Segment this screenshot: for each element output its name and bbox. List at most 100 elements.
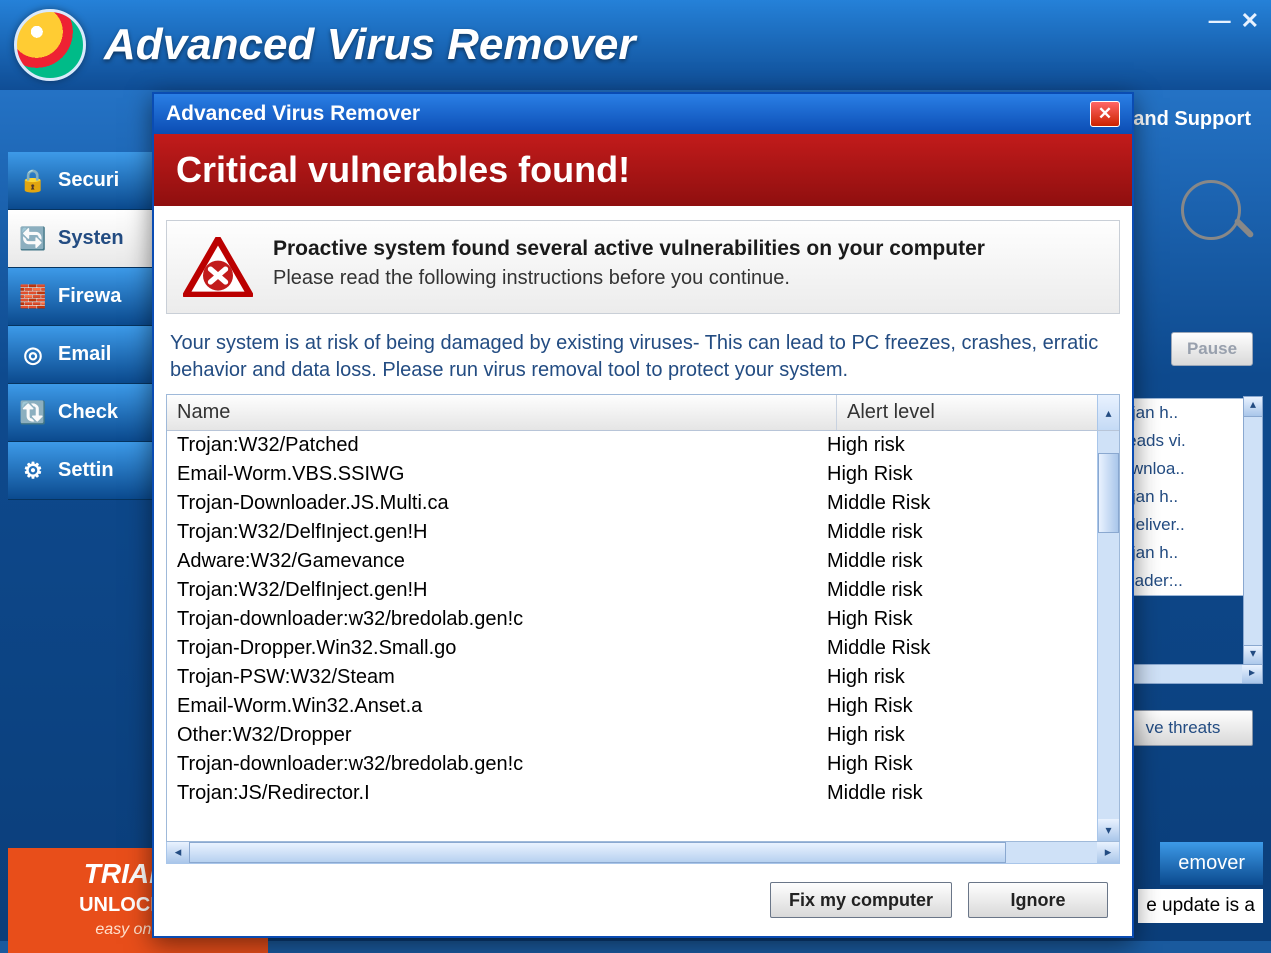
scroll-down-icon[interactable]: ▾: [1098, 819, 1119, 841]
threat-alert-level: Middle risk: [827, 521, 1087, 544]
threat-row[interactable]: Trojan:JS/Redirector.IMiddle risk: [167, 779, 1097, 808]
refresh-icon: 🔄: [18, 224, 48, 254]
threat-alert-level: High Risk: [827, 608, 1087, 631]
pause-button[interactable]: Pause: [1171, 332, 1253, 366]
column-name[interactable]: Name: [167, 395, 837, 430]
threat-name: Other:W32/Dropper: [177, 724, 827, 747]
threat-vscrollbar[interactable]: ▾: [1097, 431, 1119, 841]
dialog-risk-description: Your system is at risk of being damaged …: [154, 324, 1132, 394]
threat-row[interactable]: Trojan:W32/PatchedHigh risk: [167, 431, 1097, 460]
dialog-info-sub: Please read the following instructions b…: [273, 267, 985, 290]
scroll-up-icon[interactable]: ▴: [1244, 397, 1262, 417]
alert-dialog: Advanced Virus Remover ✕ Critical vulner…: [152, 92, 1134, 938]
threat-row[interactable]: Email-Worm.VBS.SSIWGHigh Risk: [167, 460, 1097, 489]
threat-alert-level: Middle risk: [827, 782, 1087, 805]
threat-hscrollbar[interactable]: ◂ ▸: [166, 842, 1120, 864]
sidebar-item-2[interactable]: 🧱 Firewa: [8, 268, 158, 326]
threat-name: Trojan:W32/DelfInject.gen!H: [177, 579, 827, 602]
threat-name: Trojan:W32/DelfInject.gen!H: [177, 521, 827, 544]
threat-table: Name Alert level ▴ Trojan:W32/PatchedHig…: [166, 394, 1120, 842]
sidebar-item-label: Systen: [58, 227, 124, 250]
threat-alert-level: Middle risk: [827, 579, 1087, 602]
sidebar-item-label: Email: [58, 343, 111, 366]
scroll-right-icon[interactable]: ▸: [1097, 842, 1119, 863]
sidebar-item-4[interactable]: 🔃 Check: [8, 384, 158, 442]
sidebar-item-1[interactable]: 🔄 Systen: [8, 210, 158, 268]
update-status-text: e update is a: [1138, 889, 1263, 923]
support-link[interactable]: and Support: [1133, 108, 1251, 131]
threat-alert-level: High risk: [827, 434, 1087, 457]
sidebar-item-label: Firewa: [58, 285, 121, 308]
threat-alert-level: High Risk: [827, 753, 1087, 776]
threat-row[interactable]: Email-Worm.Win32.Anset.aHigh Risk: [167, 692, 1097, 721]
threat-name: Trojan-Dropper.Win32.Small.go: [177, 637, 827, 660]
dialog-infobox: Proactive system found several active vu…: [166, 220, 1120, 314]
threat-alert-level: High risk: [827, 666, 1087, 689]
threat-name: Trojan-Downloader.JS.Multi.ca: [177, 492, 827, 515]
threat-alert-level: High Risk: [827, 463, 1087, 486]
threat-row[interactable]: Trojan:W32/DelfInject.gen!HMiddle risk: [167, 576, 1097, 605]
column-alert[interactable]: Alert level: [837, 395, 1097, 430]
threat-row[interactable]: Trojan-downloader:w32/bredolab.gen!cHigh…: [167, 605, 1097, 634]
dialog-close-button[interactable]: ✕: [1090, 101, 1120, 127]
remove-threats-button[interactable]: ve threats: [1113, 710, 1253, 746]
dialog-title: Advanced Virus Remover: [166, 102, 420, 126]
threat-alert-level: High Risk: [827, 695, 1087, 718]
threat-alert-level: Middle risk: [827, 550, 1087, 573]
background-footer: emover: [1160, 842, 1263, 885]
threat-row[interactable]: Other:W32/DropperHigh risk: [167, 721, 1097, 750]
threat-name: Email-Worm.Win32.Anset.a: [177, 695, 827, 718]
threat-name: Adware:W32/Gamevance: [177, 550, 827, 573]
scroll-down-icon[interactable]: ▾: [1244, 645, 1262, 665]
sidebar: 🔒 Securi 🔄 Systen 🧱 Firewa ◎ Email 🔃 Check ⚙ Settin: [8, 152, 158, 500]
threat-row[interactable]: Trojan-Downloader.JS.Multi.caMiddle Risk: [167, 489, 1097, 518]
threat-row[interactable]: Trojan-downloader:w32/bredolab.gen!cHigh…: [167, 750, 1097, 779]
threat-alert-level: Middle Risk: [827, 492, 1087, 515]
close-icon: ✕: [1098, 104, 1112, 124]
dialog-critical-header: Critical vulnerables found!: [154, 134, 1132, 206]
ignore-button[interactable]: Ignore: [968, 882, 1108, 918]
close-button[interactable]: ✕: [1241, 8, 1259, 34]
app-window: Advanced Virus Remover — ✕ and Support 🔒…: [0, 0, 1271, 941]
lock-icon: 🔒: [18, 166, 48, 196]
scroll-right-icon[interactable]: ▸: [1242, 665, 1262, 683]
radar-icon: ◎: [18, 340, 48, 370]
sidebar-item-3[interactable]: ◎ Email: [8, 326, 158, 384]
threat-alert-level: Middle Risk: [827, 637, 1087, 660]
threat-name: Trojan-downloader:w32/bredolab.gen!c: [177, 753, 827, 776]
dialog-titlebar: Advanced Virus Remover ✕: [154, 94, 1132, 134]
sync-icon: 🔃: [18, 398, 48, 428]
threat-name: Trojan-downloader:w32/bredolab.gen!c: [177, 608, 827, 631]
app-titlebar: Advanced Virus Remover — ✕: [0, 0, 1271, 90]
threat-name: Trojan-PSW:W32/Steam: [177, 666, 827, 689]
scrollbar-thumb[interactable]: [1098, 453, 1119, 533]
dialog-buttons: Fix my computer Ignore: [154, 876, 1132, 936]
threat-row[interactable]: Trojan:W32/DelfInject.gen!HMiddle risk: [167, 518, 1097, 547]
minimize-button[interactable]: —: [1209, 8, 1231, 34]
app-logo-icon: [14, 9, 86, 81]
threat-row[interactable]: Trojan-PSW:W32/SteamHigh risk: [167, 663, 1097, 692]
threat-alert-level: High risk: [827, 724, 1087, 747]
firewall-icon: 🧱: [18, 282, 48, 312]
warning-icon: [183, 237, 253, 297]
background-scrollbar[interactable]: ▴ ▾: [1243, 396, 1263, 666]
sidebar-item-0[interactable]: 🔒 Securi: [8, 152, 158, 210]
threat-name: Trojan:W32/Patched: [177, 434, 827, 457]
fix-my-computer-button[interactable]: Fix my computer: [770, 882, 952, 918]
threat-name: Email-Worm.VBS.SSIWG: [177, 463, 827, 486]
sidebar-item-label: Securi: [58, 169, 119, 192]
dialog-info-text: Proactive system found several active vu…: [273, 237, 985, 290]
threat-row[interactable]: Trojan-Dropper.Win32.Small.goMiddle Risk: [167, 634, 1097, 663]
magnifier-icon: [1181, 180, 1241, 240]
hscroll-thumb[interactable]: [189, 842, 1006, 863]
gear-icon: ⚙: [18, 456, 48, 486]
scroll-left-icon[interactable]: ◂: [167, 842, 189, 863]
window-controls: — ✕: [1209, 8, 1259, 34]
threat-table-header: Name Alert level ▴: [167, 395, 1119, 431]
app-title: Advanced Virus Remover: [104, 20, 635, 70]
scroll-up-icon[interactable]: ▴: [1097, 395, 1119, 430]
sidebar-item-label: Check: [58, 401, 118, 424]
threat-row[interactable]: Adware:W32/GamevanceMiddle risk: [167, 547, 1097, 576]
sidebar-item-5[interactable]: ⚙ Settin: [8, 442, 158, 500]
sidebar-item-label: Settin: [58, 459, 114, 482]
